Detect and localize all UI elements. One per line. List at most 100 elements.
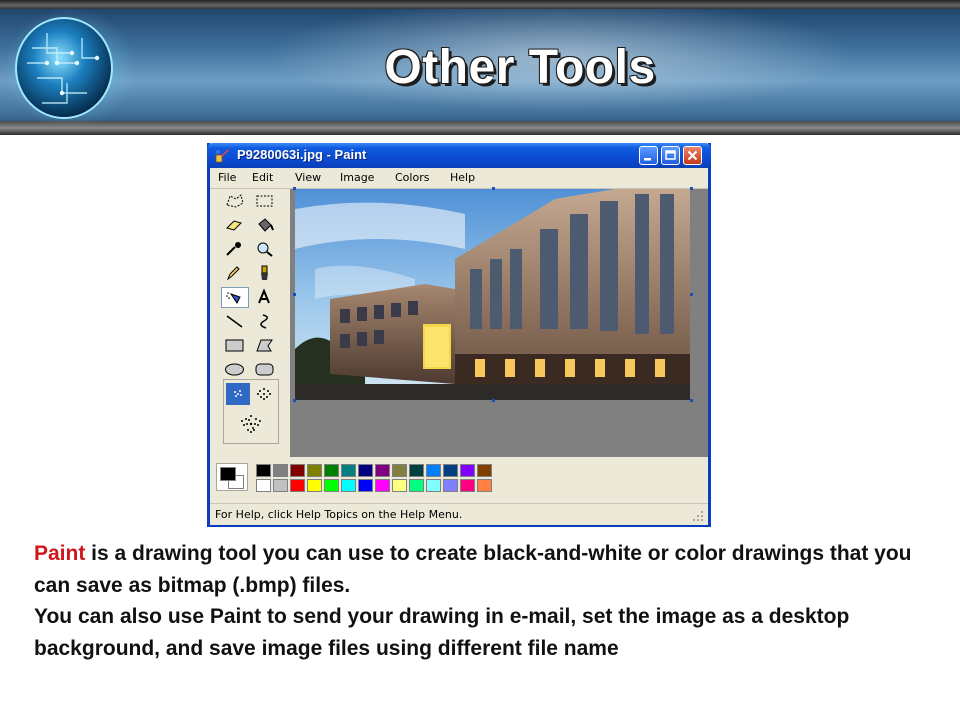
drawing-canvas-photo[interactable] bbox=[295, 189, 690, 400]
palette-swatch[interactable] bbox=[358, 464, 373, 477]
palette-swatch[interactable] bbox=[477, 464, 492, 477]
line-icon bbox=[226, 315, 243, 328]
palette-swatch[interactable] bbox=[256, 479, 271, 492]
tool-options-box bbox=[223, 379, 279, 444]
free-form-select-icon bbox=[226, 194, 244, 208]
rounded-rectangle-tool[interactable] bbox=[251, 359, 279, 380]
menu-bar: File Edit View Image Colors Help bbox=[210, 168, 708, 189]
airbrush-icon bbox=[226, 292, 241, 304]
rounded-rectangle-icon bbox=[255, 363, 274, 376]
rectangle-tool[interactable] bbox=[221, 335, 249, 356]
canvas-resize-handle-bottom[interactable] bbox=[492, 399, 495, 402]
polygon-tool[interactable] bbox=[251, 335, 279, 356]
palette-swatch[interactable] bbox=[273, 479, 288, 492]
palette-swatch[interactable] bbox=[375, 464, 390, 477]
maximize-icon bbox=[665, 150, 676, 160]
canvas-resize-handle-right[interactable] bbox=[690, 293, 693, 296]
eraser-icon bbox=[226, 220, 242, 231]
foreground-color bbox=[220, 467, 236, 481]
palette-swatch[interactable] bbox=[358, 479, 373, 492]
large-spray-option[interactable] bbox=[236, 409, 266, 439]
palette-swatch[interactable] bbox=[477, 479, 492, 492]
magnifier-icon bbox=[257, 242, 273, 257]
window-title: P9280063i.jpg - Paint bbox=[237, 147, 367, 162]
color-palette bbox=[210, 457, 708, 497]
magnifier-tool[interactable] bbox=[251, 239, 279, 260]
paint-window[interactable]: P9280063i.jpg - Paint File Edit View Ima… bbox=[207, 143, 711, 527]
palette-swatch[interactable] bbox=[307, 464, 322, 477]
minimize-icon bbox=[644, 158, 651, 161]
menu-view[interactable]: View bbox=[295, 171, 321, 184]
palette-swatch[interactable] bbox=[324, 464, 339, 477]
status-text: For Help, click Help Topics on the Help … bbox=[215, 508, 463, 521]
status-bar: For Help, click Help Topics on the Help … bbox=[210, 503, 708, 525]
palette-swatch[interactable] bbox=[273, 464, 288, 477]
palette-swatch[interactable] bbox=[290, 479, 305, 492]
text-tool-icon bbox=[258, 288, 270, 304]
small-spray-option[interactable] bbox=[226, 383, 250, 405]
paint-bucket-icon bbox=[258, 218, 274, 232]
palette-swatch[interactable] bbox=[392, 479, 407, 492]
rectangle-select-icon bbox=[256, 195, 273, 207]
brush-tool[interactable] bbox=[251, 263, 279, 284]
menu-help[interactable]: Help bbox=[450, 171, 475, 184]
tool-box bbox=[214, 189, 284, 459]
curve-tool[interactable] bbox=[251, 311, 279, 332]
palette-swatch[interactable] bbox=[392, 464, 407, 477]
airbrush-tool[interactable] bbox=[221, 287, 249, 308]
palette-swatch[interactable] bbox=[443, 479, 458, 492]
paint-app-icon[interactable] bbox=[215, 148, 230, 163]
window-titlebar[interactable]: P9280063i.jpg - Paint bbox=[207, 143, 711, 168]
fill-with-color-tool[interactable] bbox=[251, 215, 279, 236]
minimize-button[interactable] bbox=[639, 146, 658, 165]
palette-swatch[interactable] bbox=[409, 464, 424, 477]
select-tool[interactable] bbox=[251, 191, 279, 212]
maximize-button[interactable] bbox=[661, 146, 680, 165]
building-photo bbox=[295, 189, 690, 400]
slide-header: Other Tools bbox=[0, 0, 960, 135]
palette-swatch[interactable] bbox=[460, 464, 475, 477]
palette-swatch[interactable] bbox=[341, 479, 356, 492]
pencil-icon bbox=[226, 266, 240, 281]
palette-swatch[interactable] bbox=[426, 479, 441, 492]
keyword-paint: Paint bbox=[34, 542, 86, 565]
line-tool[interactable] bbox=[221, 311, 249, 332]
paragraph-1-text: is a drawing tool you can use to create … bbox=[34, 542, 912, 597]
spray-small-icon bbox=[234, 390, 242, 397]
menu-colors[interactable]: Colors bbox=[395, 171, 429, 184]
eraser-tool[interactable] bbox=[221, 215, 249, 236]
palette-swatch[interactable] bbox=[256, 464, 271, 477]
ellipse-icon bbox=[225, 363, 244, 376]
menu-file[interactable]: File bbox=[218, 171, 236, 184]
spray-medium-icon bbox=[257, 388, 271, 400]
text-tool[interactable] bbox=[251, 287, 279, 308]
pick-color-tool[interactable] bbox=[221, 239, 249, 260]
current-colors[interactable] bbox=[216, 463, 248, 491]
canvas-area[interactable] bbox=[290, 187, 708, 457]
paragraph-1: Paint is a drawing tool you can use to c… bbox=[34, 538, 934, 601]
brush-icon bbox=[261, 265, 268, 280]
palette-swatch[interactable] bbox=[409, 479, 424, 492]
palette-swatch[interactable] bbox=[443, 464, 458, 477]
palette-swatch[interactable] bbox=[341, 464, 356, 477]
palette-swatch[interactable] bbox=[375, 479, 390, 492]
medium-spray-option[interactable] bbox=[252, 383, 276, 405]
resize-grip-icon[interactable] bbox=[692, 510, 704, 522]
palette-swatch[interactable] bbox=[460, 479, 475, 492]
menu-edit[interactable]: Edit bbox=[252, 171, 273, 184]
slide-body-text: Paint is a drawing tool you can use to c… bbox=[34, 538, 934, 664]
menu-image[interactable]: Image bbox=[340, 171, 374, 184]
palette-swatch[interactable] bbox=[324, 479, 339, 492]
palette-swatch[interactable] bbox=[307, 479, 322, 492]
close-button[interactable] bbox=[683, 146, 702, 165]
palette-swatch[interactable] bbox=[290, 464, 305, 477]
slide-title: Other Tools bbox=[384, 41, 656, 94]
ellipse-tool[interactable] bbox=[221, 359, 249, 380]
free-form-select-tool[interactable] bbox=[221, 191, 249, 212]
palette-swatch[interactable] bbox=[426, 464, 441, 477]
spray-large-icon bbox=[241, 415, 261, 433]
rectangle-icon bbox=[225, 339, 244, 352]
canvas-resize-handle-corner[interactable] bbox=[690, 399, 693, 402]
paragraph-2: You can also use Paint to send your draw… bbox=[34, 605, 850, 660]
pencil-tool[interactable] bbox=[221, 263, 249, 284]
